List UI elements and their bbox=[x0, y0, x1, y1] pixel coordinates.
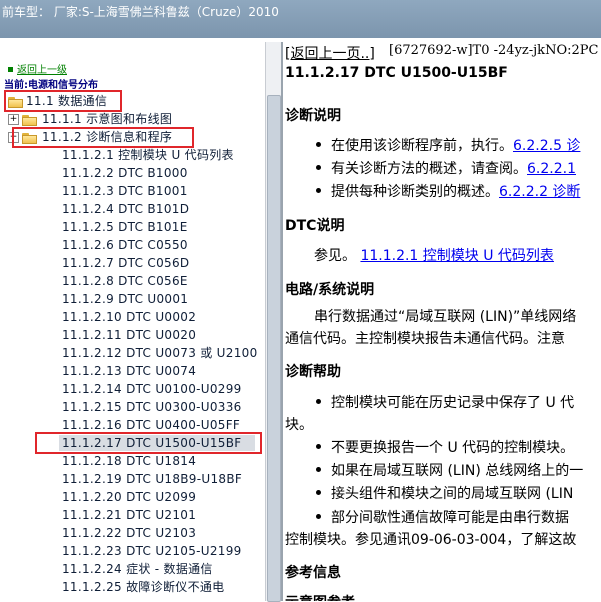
section-heading-circuit: 电路/系统说明 bbox=[285, 282, 375, 298]
dtc-reference-link[interactable]: 11.1.2.1 控制模块 U 代码列表 bbox=[360, 248, 553, 264]
nav-back-link[interactable]: 返回上一级 bbox=[8, 61, 67, 76]
tree-item[interactable]: 11.1.2.21 DTC U2101 bbox=[62, 507, 196, 524]
page-title: 11.1.2.17 DTC U1500-U15BF bbox=[285, 65, 508, 81]
help-bullet-3: 如果在局域互联网 (LIN) 总线网络上的一 bbox=[331, 463, 584, 479]
tree-item[interactable]: 11.1.2.14 DTC U0100-U0299 bbox=[62, 381, 242, 398]
tree-item[interactable]: 11.1.2.24 症状 - 数据通信 bbox=[62, 561, 213, 578]
highlight-box bbox=[35, 432, 262, 454]
bullet-icon bbox=[316, 514, 321, 519]
content-back-link[interactable]: [返回上一页..] bbox=[285, 43, 375, 63]
diag-bullet-3: 提供每种诊断类别的概述。6.2.2.2 诊断 bbox=[331, 184, 581, 200]
highlight-box bbox=[12, 127, 194, 148]
tree-item[interactable]: 11.1.2.2 DTC B1000 bbox=[62, 165, 188, 182]
help-bullet-1-continued: 块。 bbox=[285, 417, 313, 433]
tree-item-11-1-1[interactable]: 11.1.1 示意图和布线图 bbox=[42, 111, 172, 128]
section-heading-reference: 参考信息 bbox=[285, 565, 341, 581]
help-bullet-5: 部分间歇性通信故障可能是由串行数据 bbox=[331, 510, 569, 526]
tree-item[interactable]: 11.1.2.18 DTC U1814 bbox=[62, 453, 196, 470]
diag-link-1[interactable]: 6.2.2.5 诊 bbox=[513, 138, 580, 154]
current-location: 当前:电源和信号分布 bbox=[4, 80, 98, 91]
bullet-icon bbox=[316, 467, 321, 472]
tree-item[interactable]: 11.1.2.15 DTC U0300-U0336 bbox=[62, 399, 242, 416]
tree-item[interactable]: 11.1.2.9 DTC U0001 bbox=[62, 291, 188, 308]
diag-link-3[interactable]: 6.2.2.2 诊断 bbox=[499, 184, 580, 200]
circuit-text-line-1: 串行数据通过“局域互联网 (LIN)”单线网络 bbox=[314, 309, 577, 325]
tree-item[interactable]: 11.1.2.12 DTC U0073 或 U2100 bbox=[62, 345, 258, 362]
tree-item[interactable]: 11.1.2.8 DTC C056E bbox=[62, 273, 188, 290]
tree-item[interactable]: 11.1.2.7 DTC C056D bbox=[62, 255, 189, 272]
help-bullet-4: 接头组件和模块之间的局域互联网 (LIN bbox=[331, 486, 574, 502]
section-heading-schematic: 示意图参考 bbox=[285, 592, 355, 601]
tree-item[interactable]: 11.1.2.13 DTC U0074 bbox=[62, 363, 196, 380]
bullet-icon bbox=[316, 399, 321, 404]
nav-back-link-label: 返回上一级 bbox=[17, 65, 67, 76]
document-id: [6727692-w]T0 -24yz-jkNO:2PC bbox=[389, 43, 599, 58]
tree-item[interactable]: 11.1.2.3 DTC B1001 bbox=[62, 183, 188, 200]
dtc-reference: 参见。 11.1.2.1 控制模块 U 代码列表 bbox=[314, 248, 554, 264]
tree-scrollbar-thumb[interactable] bbox=[267, 95, 281, 602]
bullet-icon bbox=[316, 165, 321, 170]
tree-item[interactable]: 11.1.2.11 DTC U0020 bbox=[62, 327, 196, 344]
tree-item[interactable]: 11.1.2.1 控制模块 U 代码列表 bbox=[62, 147, 234, 164]
tree-item[interactable]: 11.1.2.10 DTC U0002 bbox=[62, 309, 196, 326]
help-bullet-1: 控制模块可能在历史记录中保存了 U 代 bbox=[331, 395, 575, 411]
tree-item[interactable]: 11.1.2.6 DTC C0550 bbox=[62, 237, 188, 254]
tree-item[interactable]: 11.1.2.23 DTC U2105-U2199 bbox=[62, 543, 242, 560]
expand-toggle-icon[interactable]: + bbox=[8, 114, 19, 125]
diag-link-2[interactable]: 6.2.2.1 bbox=[527, 161, 576, 177]
bullet-icon bbox=[316, 444, 321, 449]
vehicle-title: 前车型： 厂家:S-上海雪佛兰科鲁兹（Cruze）2010 bbox=[2, 5, 279, 19]
bullet-icon bbox=[316, 142, 321, 147]
diag-bullet-1: 在使用该诊断程序前，执行。6.2.2.5 诊 bbox=[331, 138, 581, 154]
tree-item[interactable]: 11.1.2.19 DTC U18B9-U18BF bbox=[62, 471, 242, 488]
diag-bullet-2: 有关诊断方法的概述，请查阅。6.2.2.1 bbox=[331, 161, 576, 177]
bullet-icon bbox=[316, 188, 321, 193]
tree-item[interactable]: 11.1.2.5 DTC B101E bbox=[62, 219, 188, 236]
tree-item[interactable]: 11.1.2.20 DTC U2099 bbox=[62, 489, 196, 506]
tree-item[interactable]: 11.1.2.4 DTC B101D bbox=[62, 201, 189, 218]
bullet-square-icon bbox=[8, 67, 13, 72]
bullet-icon bbox=[316, 490, 321, 495]
section-heading-diagnostic: 诊断说明 bbox=[285, 108, 341, 124]
title-bar: 前车型： 厂家:S-上海雪佛兰科鲁兹（Cruze）2010 bbox=[0, 0, 601, 38]
tree-item[interactable]: 11.1.2.25 故障诊断仪不通电 bbox=[62, 579, 224, 596]
folder-icon bbox=[22, 115, 37, 126]
section-heading-dtc: DTC说明 bbox=[285, 218, 345, 234]
circuit-text-line-2: 通信代码。主控制模块报告未通信代码。注意 bbox=[285, 331, 565, 347]
help-bullet-5-continued: 控制模块。参见通讯09-06-03-004，了解这故 bbox=[285, 532, 577, 548]
document-content-pane: [返回上一页..] [6727692-w]T0 -24yz-jkNO:2PC 1… bbox=[283, 42, 601, 601]
tree-item[interactable]: 11.1.2.22 DTC U2103 bbox=[62, 525, 196, 542]
section-heading-help: 诊断帮助 bbox=[285, 364, 341, 380]
help-bullet-2: 不要更换报告一个 U 代码的控制模块。 bbox=[331, 440, 575, 456]
highlight-box bbox=[4, 90, 122, 112]
